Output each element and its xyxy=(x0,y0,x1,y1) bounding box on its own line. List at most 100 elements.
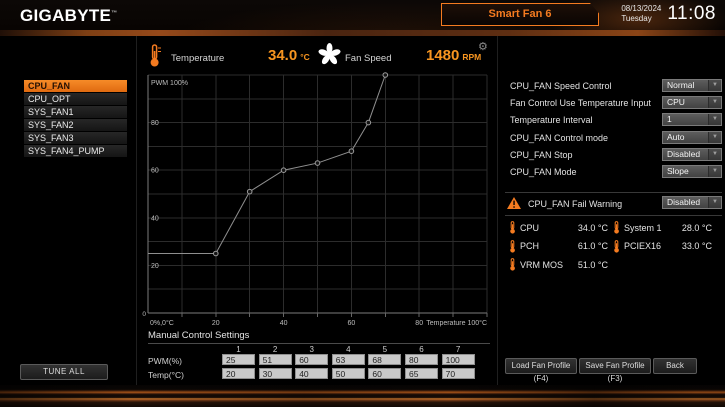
chevron-down-icon[interactable]: ▼ xyxy=(708,166,721,177)
curve-point-5[interactable] xyxy=(349,149,354,154)
tune-all-button[interactable]: TUNE ALL xyxy=(20,364,108,380)
dropdown-value: CPU xyxy=(663,97,708,108)
curve-point-7[interactable] xyxy=(383,73,388,78)
gear-icon[interactable]: ⚙ xyxy=(478,40,488,53)
setting-dropdown-0[interactable]: Normal▼ xyxy=(662,79,722,92)
save-fan-profile-button[interactable]: Save Fan Profile (F3) xyxy=(579,358,651,374)
tab-smart-fan-6[interactable]: Smart Fan 6 xyxy=(441,3,599,26)
curve-cell-pwm-5[interactable] xyxy=(368,354,401,365)
chevron-down-icon[interactable]: ▼ xyxy=(708,97,721,108)
curve-point-2[interactable] xyxy=(247,189,252,194)
dropdown-value: Auto xyxy=(663,132,708,143)
temp-label: PCIEX16 xyxy=(624,241,661,251)
warning-icon xyxy=(507,196,521,214)
thermometer-icon xyxy=(149,44,162,73)
temp-value: 28.0 °C xyxy=(682,223,712,233)
fan-speed-label: Fan Speed xyxy=(345,53,391,64)
sidebar-item-sys_fan4_pump[interactable]: SYS_FAN4_PUMP xyxy=(24,145,127,158)
thermometer-icon xyxy=(509,258,516,271)
axis-label: 0%,0°C xyxy=(150,319,174,327)
temp-readout-system-1: System 1 28.0 °C xyxy=(613,221,712,234)
fan-icon xyxy=(318,43,341,71)
header-divider-glow xyxy=(0,30,725,36)
temp-readout-pciex16: PCIEX16 33.0 °C xyxy=(613,240,712,253)
top-bar: GIGABYTE™ Smart Fan 6 08/13/2024 Tuesday… xyxy=(0,0,725,30)
temp-value: 33.0 °C xyxy=(682,241,712,251)
setting-dropdown-1[interactable]: CPU▼ xyxy=(662,96,722,109)
curve-cell-tempc-4[interactable] xyxy=(332,368,365,379)
setting-label: Fan Control Use Temperature Input xyxy=(510,98,651,108)
axis-label: 80 xyxy=(415,320,423,327)
curve-cell-pwm-7[interactable] xyxy=(442,354,475,365)
table-col-header: 2 xyxy=(259,345,292,354)
chevron-down-icon[interactable]: ▼ xyxy=(708,197,721,208)
sidebar-item-cpu_fan[interactable]: CPU_FAN xyxy=(24,80,127,93)
table-col-header: 4 xyxy=(332,345,365,354)
curve-cell-pwm-4[interactable] xyxy=(332,354,365,365)
temp-value: 61.0 °C xyxy=(578,241,608,251)
curve-cell-tempc-3[interactable] xyxy=(295,368,328,379)
sidebar-item-cpu_opt[interactable]: CPU_OPT xyxy=(24,93,127,106)
panel-divider xyxy=(497,36,498,385)
axis-label: 20 xyxy=(212,320,220,327)
curve-cell-tempc-2[interactable] xyxy=(259,368,292,379)
curve-cell-tempc-1[interactable] xyxy=(222,368,255,379)
fail-warning-dropdown[interactable]: Disabled▼ xyxy=(662,196,722,209)
dropdown-value: Disabled xyxy=(663,149,708,160)
axis-label: 0 xyxy=(142,311,146,318)
setting-label: CPU_FAN Control mode xyxy=(510,133,608,143)
axis-label: 60 xyxy=(151,168,159,175)
setting-label: CPU_FAN Speed Control xyxy=(510,81,612,91)
dropdown-value: Disabled xyxy=(663,197,708,208)
chevron-down-icon[interactable]: ▼ xyxy=(708,132,721,143)
setting-dropdown-3[interactable]: Auto▼ xyxy=(662,131,722,144)
load-fan-profile-button[interactable]: Load Fan Profile (F4) xyxy=(505,358,577,374)
bottom-stripe xyxy=(0,385,725,407)
chevron-down-icon[interactable]: ▼ xyxy=(708,149,721,160)
setting-dropdown-4[interactable]: Disabled▼ xyxy=(662,148,722,161)
curve-point-1[interactable] xyxy=(214,251,219,256)
sidebar-item-sys_fan2[interactable]: SYS_FAN2 xyxy=(24,119,127,132)
sidebar-item-sys_fan3[interactable]: SYS_FAN3 xyxy=(24,132,127,145)
curve-cell-pwm-6[interactable] xyxy=(405,354,438,365)
fan-curve-chart[interactable]: PWM 100%2040608000%,0°C20406080Temperatu… xyxy=(137,70,497,330)
axis-label: 60 xyxy=(348,320,356,327)
curve-cell-pwm-2[interactable] xyxy=(259,354,292,365)
thermometer-icon xyxy=(509,221,516,234)
curve-cell-tempc-7[interactable] xyxy=(442,368,475,379)
curve-point-6[interactable] xyxy=(366,120,371,125)
temp-label: VRM MOS xyxy=(520,260,563,270)
datetime: 08/13/2024 Tuesday 11:08 xyxy=(621,3,716,25)
setting-dropdown-2[interactable]: 1▼ xyxy=(662,113,722,126)
sidebar-item-sys_fan1[interactable]: SYS_FAN1 xyxy=(24,106,127,119)
temp-label: CPU xyxy=(520,223,539,233)
manual-settings-title: Manual Control Settings xyxy=(148,330,490,344)
axis-label: PWM 100% xyxy=(151,80,188,87)
setting-label: CPU_FAN Mode xyxy=(510,167,577,177)
table-col-header: 7 xyxy=(442,345,475,354)
back-button[interactable]: Back xyxy=(653,358,697,374)
curve-point-4[interactable] xyxy=(315,161,320,166)
date-text: 08/13/2024 xyxy=(621,4,661,14)
temp-label: System 1 xyxy=(624,223,662,233)
chevron-down-icon[interactable]: ▼ xyxy=(708,80,721,91)
fan-curve-line xyxy=(148,75,385,254)
axis-label: 20 xyxy=(151,263,159,270)
table-row-label: Temp(°C) xyxy=(148,370,184,380)
curve-cell-pwm-3[interactable] xyxy=(295,354,328,365)
chevron-down-icon[interactable]: ▼ xyxy=(708,114,721,125)
thermometer-icon xyxy=(613,221,620,234)
gigabyte-logo: GIGABYTE™ xyxy=(20,6,118,26)
curve-cell-tempc-5[interactable] xyxy=(368,368,401,379)
temperature-label: Temperature xyxy=(171,53,224,64)
curve-point-3[interactable] xyxy=(281,168,286,173)
dropdown-value: Normal xyxy=(663,80,708,91)
curve-cell-pwm-1[interactable] xyxy=(222,354,255,365)
table-col-header: 1 xyxy=(222,345,255,354)
setting-dropdown-5[interactable]: Slope▼ xyxy=(662,165,722,178)
curve-cell-tempc-6[interactable] xyxy=(405,368,438,379)
dropdown-value: 1 xyxy=(663,114,708,125)
temp-value: 34.0 °C xyxy=(578,223,608,233)
setting-label: Temperature Interval xyxy=(510,115,593,125)
axis-label: Temperature 100°C xyxy=(426,319,487,327)
